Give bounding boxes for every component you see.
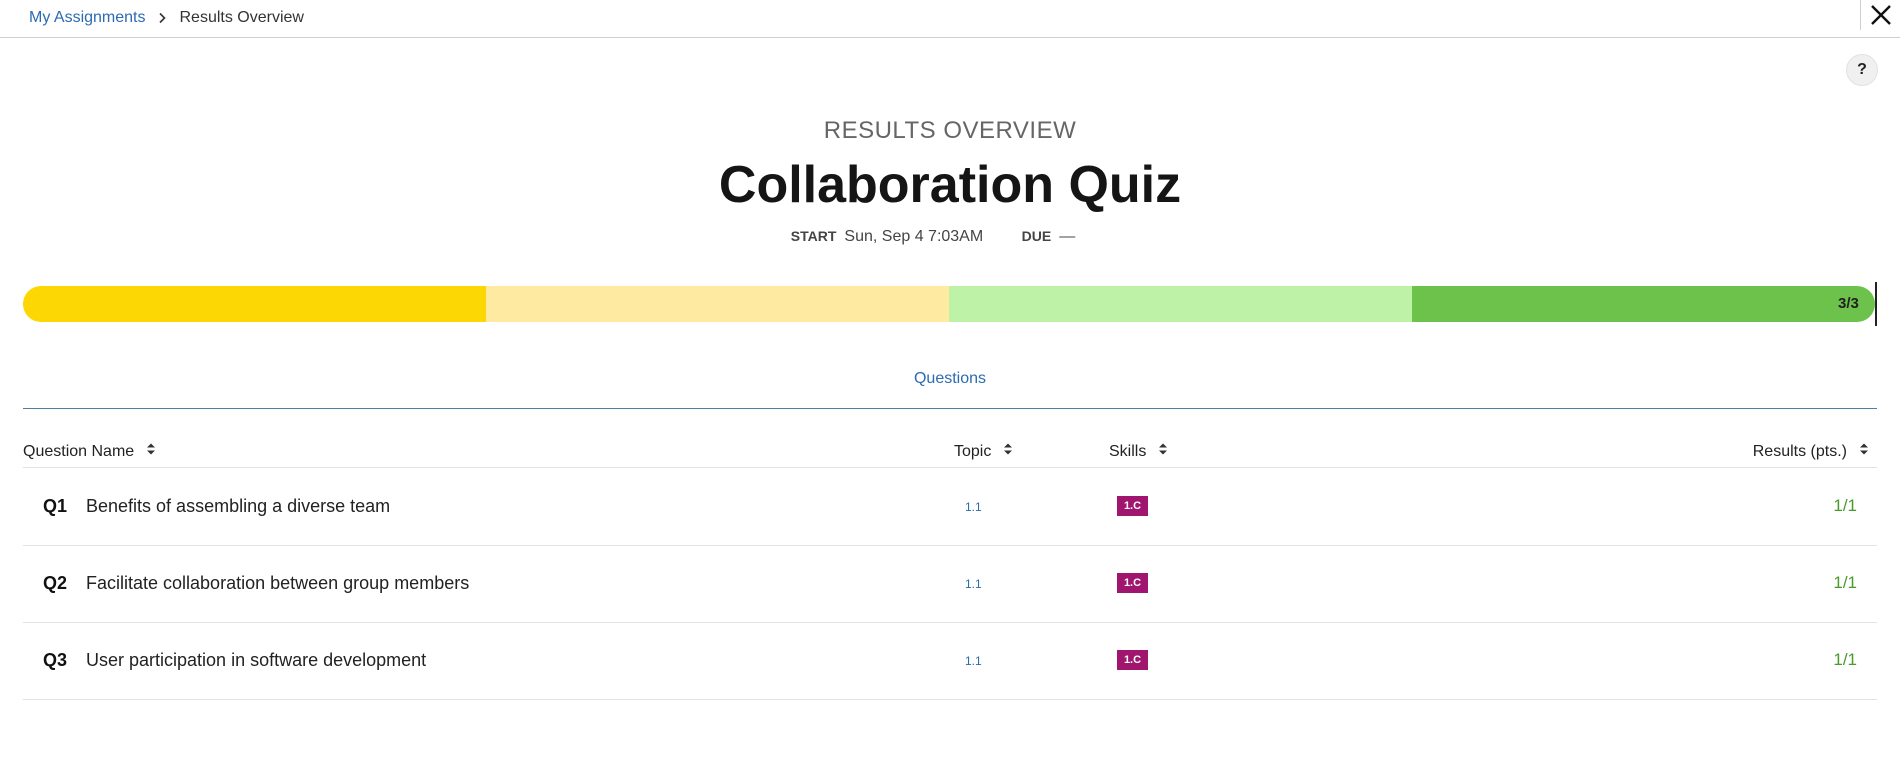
breadcrumb-current: Results Overview: [179, 9, 304, 26]
table-row[interactable]: Q3 User participation in software develo…: [23, 622, 1877, 700]
start-value: Sun, Sep 4 7:03AM: [844, 228, 984, 245]
progress-segment: [486, 286, 949, 322]
column-header-skills[interactable]: Skills: [1109, 442, 1168, 461]
question-name[interactable]: User participation in software developme…: [86, 650, 426, 671]
help-icon: ?: [1857, 61, 1867, 78]
progress-segment: [949, 286, 1412, 322]
assignment-dates: START Sun, Sep 4 7:03AM DUE —: [0, 228, 1900, 246]
skill-badge: 1.C: [1117, 496, 1148, 516]
top-bar: My Assignments Results Overview: [0, 0, 1900, 38]
column-header-topic[interactable]: Topic: [954, 442, 1013, 461]
tab-bar: Questions: [23, 366, 1877, 409]
chevron-right-icon: [157, 12, 167, 24]
sort-icon: [1859, 442, 1869, 461]
score-progress-label: 3/3: [1838, 295, 1859, 312]
question-number: Q2: [43, 573, 68, 593]
skill-badge: 1.C: [1117, 573, 1148, 593]
question-name[interactable]: Benefits of assembling a diverse team: [86, 496, 390, 517]
start-label: START: [790, 228, 837, 244]
close-icon: [1870, 5, 1891, 25]
sort-icon: [146, 442, 156, 461]
question-number: Q1: [43, 496, 68, 516]
column-header-question-name[interactable]: Question Name: [23, 442, 156, 461]
sort-icon: [1003, 442, 1013, 461]
question-topic: 1.1: [965, 500, 982, 514]
column-header-label: Question Name: [23, 442, 135, 460]
question-topic: 1.1: [965, 577, 982, 591]
table-row[interactable]: Q1 Benefits of assembling a diverse team…: [23, 468, 1877, 546]
close-button[interactable]: [1860, 0, 1900, 30]
progress-end-marker: [1875, 282, 1877, 326]
question-result: 1/1: [1833, 650, 1857, 669]
column-header-label: Skills: [1109, 442, 1147, 460]
tab-questions[interactable]: Questions: [23, 370, 1877, 388]
table-row[interactable]: Q2 Facilitate collaboration between grou…: [23, 545, 1877, 623]
question-result: 1/1: [1833, 496, 1857, 515]
skill-badge: 1.C: [1117, 650, 1148, 670]
score-progress-bar: [23, 286, 1875, 322]
column-header-results[interactable]: Results (pts.): [1753, 442, 1869, 461]
question-name[interactable]: Facilitate collaboration between group m…: [86, 573, 469, 594]
question-number: Q3: [43, 650, 68, 670]
breadcrumb-my-assignments-link[interactable]: My Assignments: [29, 9, 145, 27]
column-header-label: Results (pts.): [1752, 442, 1847, 460]
breadcrumb: My Assignments Results Overview: [29, 9, 304, 27]
due-label: DUE: [1021, 228, 1052, 244]
column-header-label: Topic: [954, 442, 992, 460]
progress-segment: [1412, 286, 1875, 322]
question-result: 1/1: [1833, 573, 1857, 592]
question-topic: 1.1: [965, 654, 982, 668]
help-button[interactable]: ?: [1846, 54, 1878, 86]
page-title: Collaboration Quiz: [718, 156, 1182, 214]
page-kicker: RESULTS OVERVIEW: [823, 117, 1077, 144]
table-header: Question Name Topic Skills Results (pts.…: [23, 440, 1877, 468]
progress-segment: [23, 286, 486, 322]
due-value: —: [1059, 228, 1076, 245]
sort-icon: [1158, 442, 1168, 461]
